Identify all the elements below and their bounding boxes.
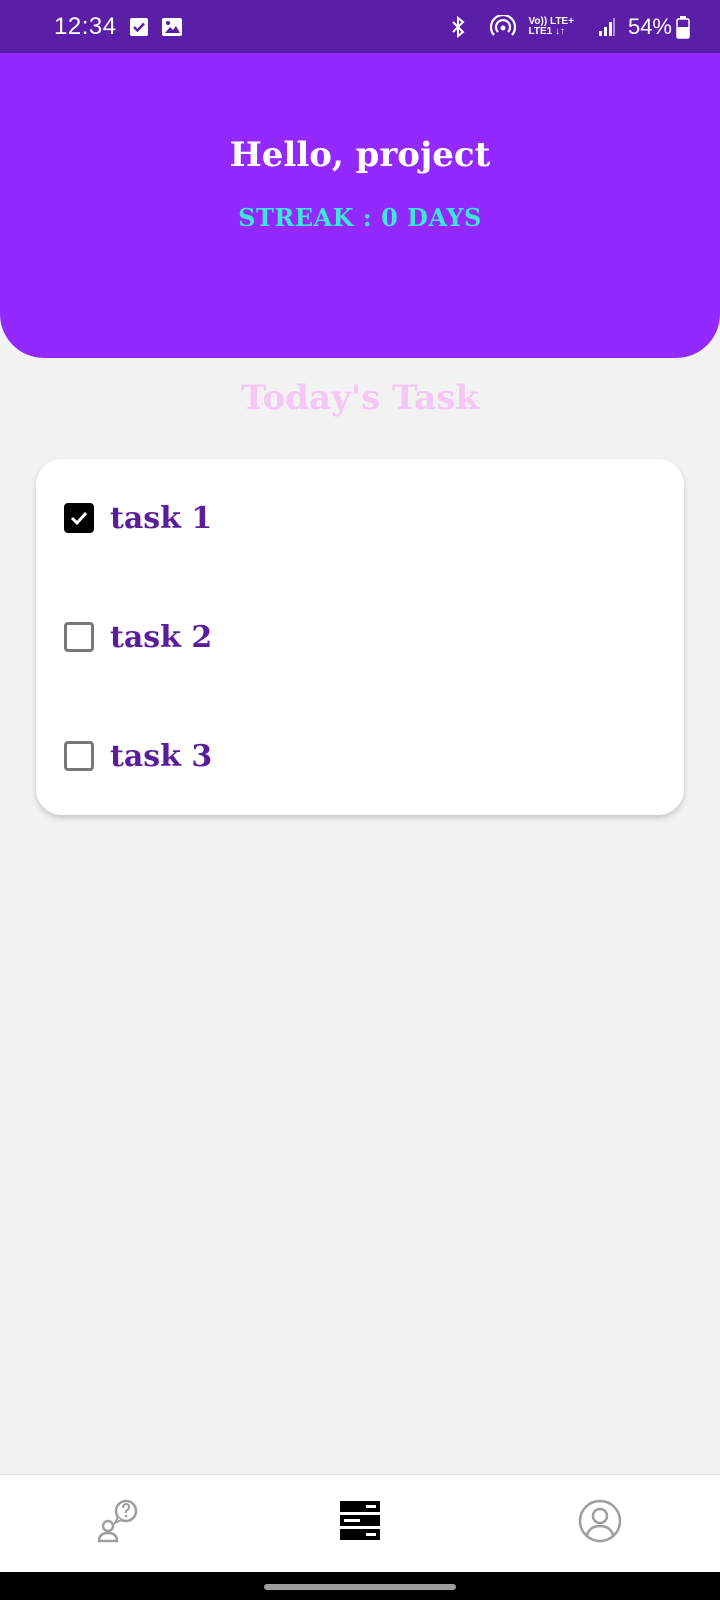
task-checkbox-checked[interactable] (64, 503, 94, 533)
task-item-3[interactable]: task 3 (64, 731, 212, 781)
task-list-icon (338, 1499, 382, 1547)
system-gesture-bar (0, 1572, 720, 1600)
help-person-icon (96, 1497, 144, 1549)
task-card: task 1 task 2 task 3 (36, 459, 684, 815)
task-label: task 3 (110, 738, 213, 774)
battery-icon (676, 15, 690, 39)
status-bar: 12:34 Vo)) LTE+ LTE1 ↓↑ 54% (0, 0, 720, 53)
hotspot-icon (490, 14, 517, 39)
header-banner: Hello, project STREAK : 0 DAYS (0, 53, 720, 358)
battery-percent: 54% (627, 13, 672, 39)
task-item-1[interactable]: task 1 (64, 493, 212, 543)
task-item-2[interactable]: task 2 (64, 612, 212, 662)
checkbox-notification-icon (129, 17, 149, 37)
nav-help[interactable] (96, 1499, 144, 1547)
network-top: Vo)) LTE+ (528, 15, 574, 27)
bottom-navigation (0, 1474, 720, 1572)
task-label: task 2 (110, 619, 213, 655)
image-notification-icon (161, 17, 183, 37)
task-label: task 1 (110, 500, 213, 536)
task-checkbox[interactable] (64, 622, 94, 652)
task-checkbox[interactable] (64, 741, 94, 771)
status-time: 12:34 (54, 12, 117, 40)
account-circle-icon (578, 1499, 622, 1547)
bluetooth-icon (450, 15, 466, 39)
status-right: Vo)) LTE+ LTE1 ↓↑ 54% (438, 14, 690, 40)
network-bottom: LTE1 ↓↑ (528, 25, 565, 37)
nav-profile[interactable] (576, 1499, 624, 1547)
signal-icon (598, 17, 616, 37)
section-title: Today's Task (241, 378, 479, 418)
nav-tasks[interactable] (336, 1499, 384, 1547)
greeting-title: Hello, project (229, 135, 491, 175)
home-gesture-handle[interactable] (264, 1584, 456, 1590)
streak-counter: STREAK : 0 DAYS (238, 203, 482, 232)
network-indicator: Vo)) LTE+ LTE1 ↓↑ (528, 15, 574, 37)
